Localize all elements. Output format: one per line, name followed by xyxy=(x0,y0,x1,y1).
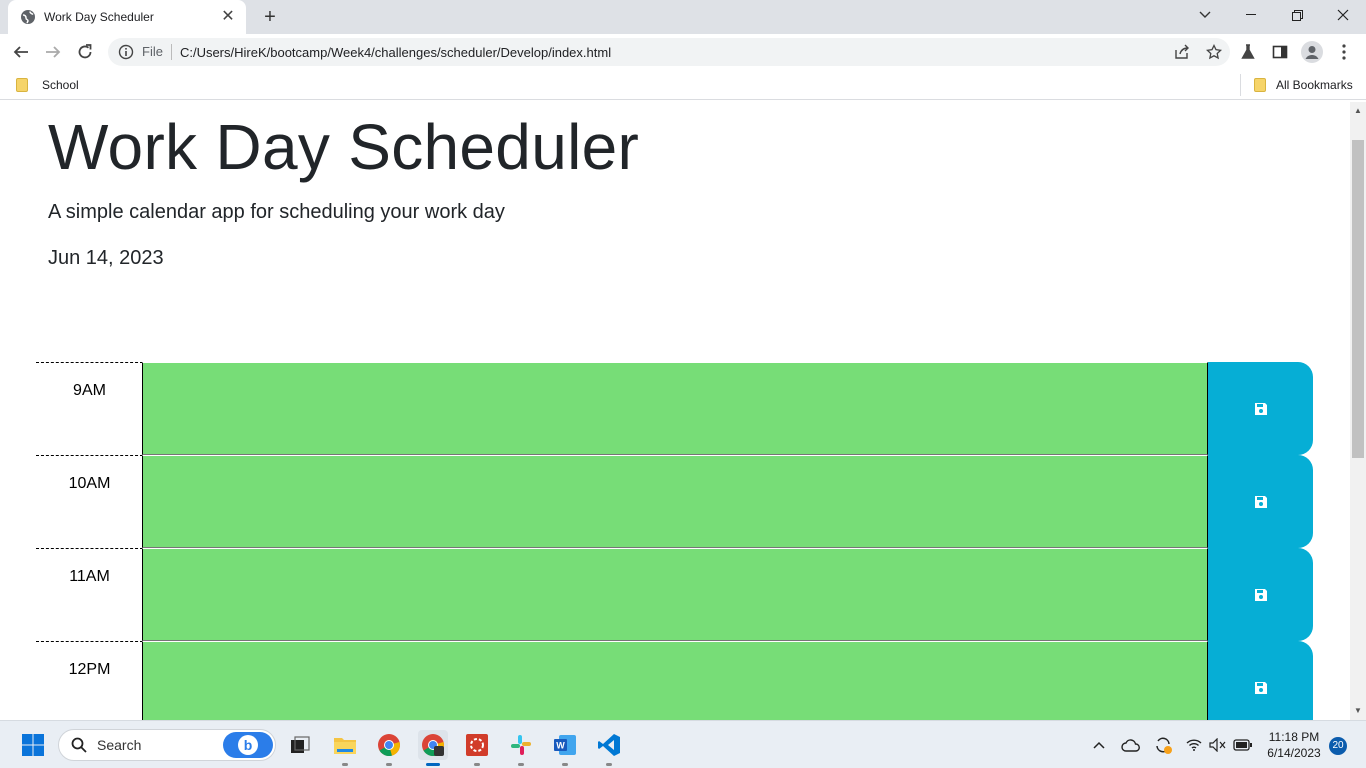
clock-date: 6/14/2023 xyxy=(1267,746,1321,760)
forward-arrow-icon xyxy=(46,46,61,58)
running-indicator xyxy=(518,763,524,766)
tab-work-day-scheduler[interactable]: Work Day Scheduler ✕ xyxy=(8,0,246,34)
windows-logo-icon xyxy=(22,734,44,756)
event-description-input[interactable] xyxy=(142,548,1208,641)
floppy-disk-icon xyxy=(1254,588,1267,601)
back-arrow-icon xyxy=(13,46,28,58)
active-indicator xyxy=(426,763,440,766)
search-icon xyxy=(71,737,87,753)
minimize-button[interactable] xyxy=(1228,0,1274,30)
bookmarks-divider xyxy=(1240,74,1241,96)
chrome-dev-icon[interactable] xyxy=(418,730,448,766)
onedrive-cloud-icon[interactable] xyxy=(1120,734,1142,756)
taskbar-search[interactable]: Search b xyxy=(58,729,276,761)
show-hidden-icons-chevron-icon[interactable] xyxy=(1090,734,1108,756)
running-indicator xyxy=(562,763,568,766)
side-panel-icon[interactable] xyxy=(1264,40,1296,64)
running-indicator xyxy=(606,763,612,766)
hour-label: 10AM xyxy=(36,455,143,548)
save-button[interactable] xyxy=(1208,455,1313,548)
system-clock[interactable]: 11:18 PM 6/14/2023 xyxy=(1262,729,1326,761)
hour-label: 11AM xyxy=(36,548,143,641)
scroll-down-arrow-icon[interactable]: ▼ xyxy=(1350,704,1366,718)
bookmark-star-icon[interactable] xyxy=(1198,38,1230,66)
save-button[interactable] xyxy=(1208,548,1313,641)
bookmark-folder-school[interactable]: School xyxy=(16,76,79,94)
time-block-11am: 11AM xyxy=(36,548,1313,641)
wifi-icon[interactable] xyxy=(1184,734,1204,756)
back-button[interactable] xyxy=(8,40,34,64)
floppy-disk-icon xyxy=(1254,495,1267,508)
scroll-up-arrow-icon[interactable]: ▲ xyxy=(1350,104,1366,118)
task-view-icon[interactable] xyxy=(285,730,315,760)
reload-icon xyxy=(78,44,92,59)
bookmark-label: School xyxy=(42,78,79,92)
floppy-disk-icon xyxy=(1254,681,1267,694)
file-explorer-icon[interactable] xyxy=(330,730,360,766)
url-text[interactable]: C:/Users/HireK/bootcamp/Week4/challenges… xyxy=(180,45,1166,60)
more-menu-icon[interactable] xyxy=(1328,40,1360,64)
running-indicator xyxy=(386,763,392,766)
hour-label: 12PM xyxy=(36,641,143,720)
browser-toolbar: File C:/Users/HireK/bootcamp/Week4/chall… xyxy=(0,34,1366,70)
page-viewport: Work Day Scheduler A simple calendar app… xyxy=(0,102,1350,720)
running-indicator xyxy=(342,763,348,766)
bookmarks-bar: School All Bookmarks xyxy=(0,70,1366,100)
close-tab-icon[interactable]: ✕ xyxy=(220,9,236,25)
reload-button[interactable] xyxy=(72,40,98,64)
app-red-icon[interactable] xyxy=(462,730,492,766)
tab-search-icon[interactable] xyxy=(1182,0,1228,30)
svg-text:W: W xyxy=(556,741,565,751)
folder-icon xyxy=(1254,78,1266,92)
word-icon[interactable]: W xyxy=(550,730,580,766)
notification-badge[interactable]: 20 xyxy=(1329,737,1347,755)
taskbar: Search b W 11:18 PM 6/14/2023 20 xyxy=(0,720,1366,768)
restore-button[interactable] xyxy=(1274,0,1320,30)
profile-avatar-icon[interactable] xyxy=(1296,40,1328,64)
address-bar[interactable]: File C:/Users/HireK/bootcamp/Week4/chall… xyxy=(108,38,1230,66)
globe-icon xyxy=(21,10,35,24)
page-lead: A simple calendar app for scheduling you… xyxy=(48,201,505,223)
event-description-input[interactable] xyxy=(142,455,1208,548)
hour-label: 9AM xyxy=(36,362,143,455)
forward-button[interactable] xyxy=(40,40,66,64)
chrome-icon[interactable] xyxy=(374,730,404,766)
info-icon[interactable] xyxy=(118,44,134,60)
time-block-10am: 10AM xyxy=(36,455,1313,548)
event-description-input[interactable] xyxy=(142,362,1208,455)
time-block-12pm: 12PM xyxy=(36,641,1313,720)
close-window-button[interactable] xyxy=(1320,0,1366,30)
update-sync-icon[interactable] xyxy=(1152,734,1174,756)
vscode-icon[interactable] xyxy=(594,730,624,766)
save-button[interactable] xyxy=(1208,362,1313,455)
time-block-9am: 9AM xyxy=(36,362,1313,455)
page-title: Work Day Scheduler xyxy=(48,111,640,183)
running-indicator xyxy=(474,763,480,766)
new-tab-button[interactable]: + xyxy=(258,6,282,28)
slack-icon[interactable] xyxy=(506,730,536,766)
start-button[interactable] xyxy=(18,730,48,760)
floppy-disk-icon xyxy=(1254,402,1267,415)
all-bookmarks-label: All Bookmarks xyxy=(1276,78,1353,92)
all-bookmarks-button[interactable]: All Bookmarks xyxy=(1254,76,1353,94)
volume-muted-icon[interactable] xyxy=(1208,734,1228,756)
current-day: Jun 14, 2023 xyxy=(48,247,164,269)
url-scheme: File xyxy=(142,44,172,60)
battery-icon[interactable] xyxy=(1232,734,1254,756)
search-label: Search xyxy=(97,737,142,753)
vertical-scrollbar[interactable]: ▲ ▼ xyxy=(1350,102,1366,720)
tab-strip: Work Day Scheduler ✕ + xyxy=(0,0,1366,34)
bing-icon[interactable]: b xyxy=(223,732,273,758)
labs-flask-icon[interactable] xyxy=(1232,40,1264,64)
share-icon[interactable] xyxy=(1166,38,1198,66)
save-button[interactable] xyxy=(1208,641,1313,720)
clock-time: 11:18 PM xyxy=(1268,730,1320,744)
tab-title: Work Day Scheduler xyxy=(44,10,154,24)
event-description-input[interactable] xyxy=(142,641,1208,720)
folder-icon xyxy=(16,78,28,92)
scrollbar-thumb[interactable] xyxy=(1352,140,1364,458)
